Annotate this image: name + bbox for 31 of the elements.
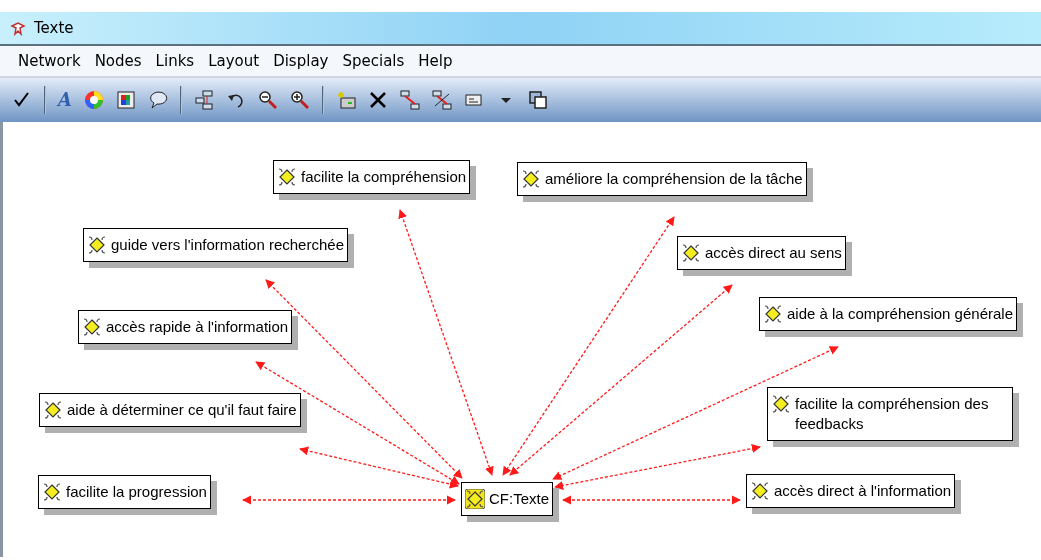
menu-item[interactable]: Specials — [336, 49, 411, 73]
menu-item[interactable]: Help — [412, 49, 459, 73]
zoom-in-icon[interactable] — [289, 90, 310, 110]
link-icon[interactable] — [399, 90, 420, 110]
node-icon — [43, 400, 63, 420]
zoom-out-icon[interactable] — [257, 90, 278, 110]
menu-item[interactable]: Links — [149, 49, 201, 73]
new-node-icon[interactable] — [335, 90, 356, 110]
palette-icon[interactable] — [115, 90, 136, 110]
copy-windows-icon[interactable] — [527, 90, 548, 110]
delete-icon[interactable] — [367, 90, 388, 110]
color-wheel-icon[interactable] — [83, 90, 104, 110]
node-icon — [681, 243, 701, 263]
node-tree-icon[interactable] — [193, 90, 214, 110]
menu-item[interactable]: Nodes — [88, 49, 148, 73]
node-icon — [771, 394, 791, 414]
menu-item[interactable]: Network — [12, 49, 87, 73]
node-icon — [82, 317, 102, 337]
speech-bubble-icon[interactable] — [147, 90, 168, 110]
menu-item[interactable]: Layout — [202, 49, 266, 73]
node-icon — [465, 489, 485, 509]
node-icon — [87, 235, 107, 255]
node-icon — [42, 482, 62, 502]
node-icon — [763, 304, 783, 324]
node-icon — [750, 481, 770, 501]
menu-item[interactable]: Display — [267, 49, 335, 73]
app-icon — [10, 20, 26, 36]
node-icon — [277, 167, 297, 187]
unlink-icon[interactable] — [431, 90, 452, 110]
node-icon — [521, 169, 541, 189]
window-title: Texte — [34, 17, 74, 39]
